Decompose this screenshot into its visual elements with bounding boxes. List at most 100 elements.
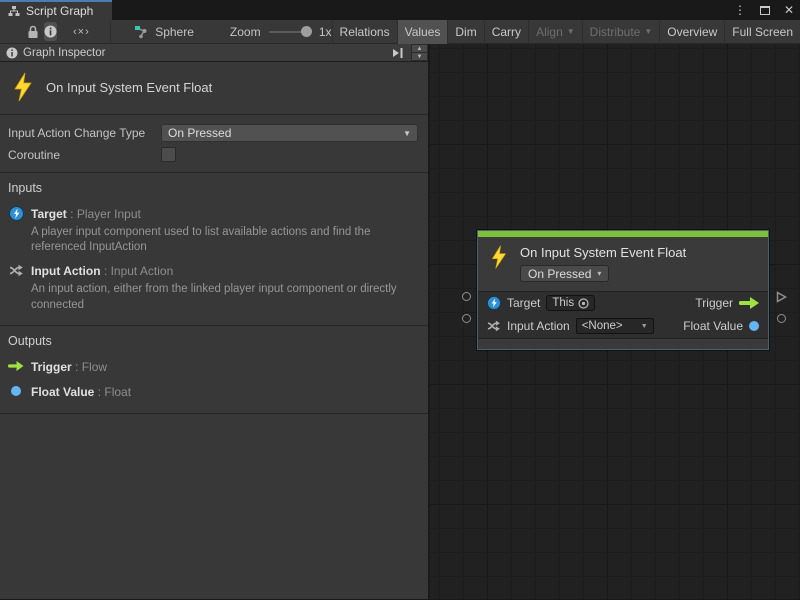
output-port-float-value: Float Value : Float (8, 383, 418, 401)
target-this-value: This (552, 297, 574, 309)
dim-button-label: Dim (455, 25, 476, 39)
step-up-icon[interactable]: ▲ (412, 45, 427, 53)
input-action-icon (8, 262, 24, 278)
close-icon[interactable]: ✕ (784, 4, 794, 16)
change-type-label: Input Action Change Type (8, 126, 161, 140)
node-mode-dropdown[interactable]: On Pressed ▾ (520, 265, 609, 282)
lock-icon[interactable] (27, 25, 39, 39)
node-body: Target This Trigger (478, 292, 768, 338)
align-button[interactable]: Align ▼ (529, 20, 583, 44)
input-action-value: <None> (582, 320, 623, 332)
port-description: A player input component used to list av… (31, 225, 413, 255)
port-type: Float (104, 385, 131, 399)
graph-inspector-title: Graph Inspector (23, 47, 105, 59)
chevron-down-icon: ▼ (641, 323, 648, 330)
chevron-down-icon: ▾ (597, 270, 601, 278)
coroutine-label: Coroutine (8, 148, 161, 162)
maximize-icon[interactable] (760, 6, 770, 15)
port-name: Target (31, 207, 67, 221)
zoom-label: Zoom (230, 25, 261, 39)
panel-stepper[interactable]: ▲ ▼ (411, 44, 428, 61)
port-name: Trigger (31, 360, 72, 374)
distribute-button[interactable]: Distribute ▼ (583, 20, 661, 44)
toolbar-button-group: Relations Values Dim Carry Align ▼ Distr… (332, 20, 800, 44)
relations-button[interactable]: Relations (333, 20, 398, 44)
coroutine-checkbox[interactable] (161, 147, 176, 162)
trigger-port-label: Trigger (695, 296, 733, 310)
trigger-output-port[interactable] (776, 291, 787, 303)
align-button-label: Align (536, 25, 563, 39)
graph-inspector-header: Graph Inspector ▲ ▼ (0, 44, 428, 62)
graph-toolbar: ‹×› Sphere Zoom 1x Relations Values (0, 20, 800, 44)
dim-button[interactable]: Dim (448, 20, 484, 44)
tab-title: Script Graph (26, 4, 93, 18)
port-type: Flow (82, 360, 107, 374)
values-button[interactable]: Values (398, 20, 449, 44)
node-title: On Input System Event Float (520, 245, 686, 260)
player-input-icon (8, 205, 24, 221)
window-controls: ⋮ ✕ (734, 0, 794, 20)
node-settings: Input Action Change Type On Pressed ▼ Co… (0, 115, 428, 173)
node-header[interactable]: On Input System Event Float On Pressed ▾ (478, 237, 768, 292)
distribute-button-label: Distribute (590, 25, 641, 39)
float-value-port-label: Float Value (683, 319, 743, 333)
chevron-down-icon: ▼ (644, 28, 652, 36)
input-action-select[interactable]: <None> ▼ (576, 318, 654, 334)
output-port-trigger: Trigger : Flow (8, 358, 418, 376)
tab-script-graph[interactable]: Script Graph (0, 0, 112, 20)
target-this-button[interactable]: This (546, 295, 595, 311)
float-value-output-port[interactable] (777, 314, 786, 323)
coroutine-field-row: Coroutine (8, 147, 418, 162)
type-separator: : (72, 360, 82, 374)
expand-panel-icon[interactable] (391, 47, 405, 59)
graph-owner-icon (134, 25, 148, 39)
event-bolt-icon (12, 72, 34, 102)
outputs-heading: Outputs (8, 334, 418, 348)
tab-bar: Script Graph ⋮ ✕ (0, 0, 800, 20)
inputs-section: Inputs Target : Player Input A player in… (0, 173, 428, 326)
carry-button[interactable]: Carry (485, 20, 529, 44)
port-name: Input Action (31, 264, 101, 278)
type-separator: : (94, 385, 104, 399)
zoom-value: 1x (319, 25, 332, 39)
step-down-icon[interactable]: ▼ (412, 53, 427, 60)
full-screen-button[interactable]: Full Screen (725, 20, 800, 44)
node-row-target-trigger: Target This Trigger (478, 292, 768, 315)
flow-arrow-icon (739, 297, 759, 309)
event-node-on-input-system-event-float[interactable]: On Input System Event Float On Pressed ▾ (477, 230, 769, 350)
graph-owner-label[interactable]: Sphere (155, 25, 194, 39)
graph-canvas[interactable]: On Input System Event Float On Pressed ▾ (430, 44, 800, 599)
graph-hierarchy-icon (8, 5, 20, 17)
zoom-slider-knob[interactable] (301, 26, 312, 37)
target-input-port[interactable] (462, 292, 471, 301)
overview-button[interactable]: Overview (660, 20, 725, 44)
type-separator: : (101, 264, 111, 278)
inspected-node-header: On Input System Event Float (0, 62, 428, 115)
inspected-node-title: On Input System Event Float (46, 80, 212, 95)
float-port-icon (749, 321, 759, 331)
player-input-icon (487, 296, 501, 310)
object-picker-icon (578, 298, 589, 309)
inspector-toggle-button[interactable] (44, 22, 57, 41)
target-port-label: Target (507, 296, 540, 310)
more-icon[interactable]: ⋮ (734, 4, 746, 16)
unity-script-graph-window: Script Graph ⋮ ✕ ‹×› (0, 0, 800, 600)
port-type: Player Input (77, 207, 141, 221)
change-type-field-row: Input Action Change Type On Pressed ▼ (8, 124, 418, 142)
zoom-slider[interactable] (269, 20, 310, 44)
inspector-empty-area (0, 414, 428, 599)
csharp-preview-icon[interactable]: ‹×› (73, 26, 90, 38)
node-mode-value: On Pressed (528, 267, 591, 281)
graph-inspector-panel: Graph Inspector ▲ ▼ (0, 44, 430, 599)
change-type-dropdown[interactable]: On Pressed ▼ (161, 124, 418, 142)
chevron-down-icon: ▼ (403, 129, 411, 138)
full-screen-button-label: Full Screen (732, 25, 793, 39)
input-action-input-port[interactable] (462, 314, 471, 323)
input-port-input-action: Input Action : Input Action An input act… (8, 262, 418, 312)
event-bolt-icon (490, 244, 508, 283)
values-button-label: Values (405, 25, 441, 39)
type-separator: : (67, 207, 77, 221)
info-icon (6, 47, 18, 59)
flow-arrow-icon (8, 358, 24, 374)
input-action-port-label: Input Action (507, 319, 570, 333)
